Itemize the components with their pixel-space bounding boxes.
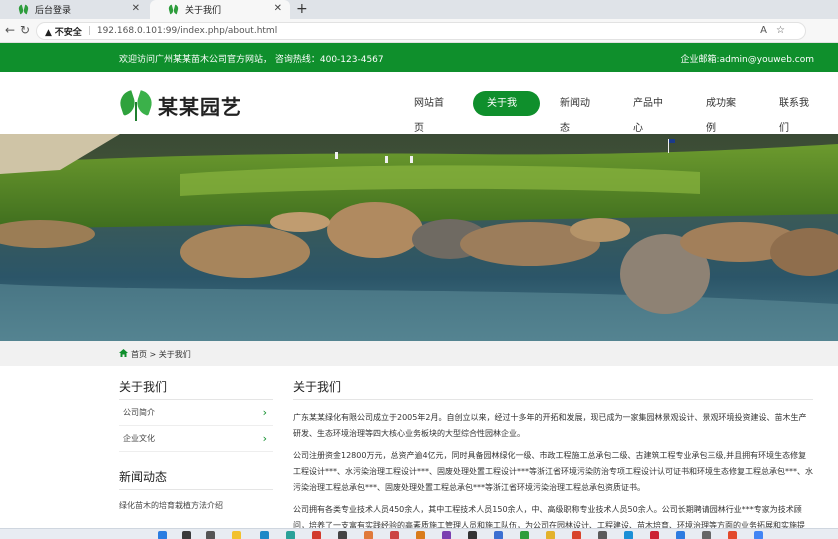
app-icon[interactable] <box>390 531 399 539</box>
nav-item-contact[interactable]: 联系我们 <box>765 91 832 134</box>
app-icon[interactable] <box>364 531 373 539</box>
start-icon[interactable] <box>158 531 167 539</box>
app-icon[interactable] <box>702 531 711 539</box>
task-view-icon[interactable] <box>206 531 215 539</box>
app-icon[interactable] <box>598 531 607 539</box>
nav-item-cases[interactable]: 成功案例 <box>692 91 759 134</box>
app-icon[interactable] <box>572 531 581 539</box>
app-icon[interactable] <box>338 531 347 539</box>
sidebar-item-culture[interactable]: 企业文化 › <box>119 426 273 452</box>
security-warning[interactable]: ▲ 不安全 <box>45 25 82 38</box>
sidebar-item-label: 公司简介 <box>123 408 155 417</box>
read-aloud-icon[interactable]: A <box>760 25 767 36</box>
file-explorer-icon[interactable] <box>232 531 241 539</box>
main-nav: 网站首页 关于我们 新闻动态 产品中心 成功案例 联系我们 <box>400 91 838 134</box>
sidebar-title: 关于我们 <box>119 378 273 400</box>
sidebar-item-company-profile[interactable]: 公司简介 › <box>119 400 273 426</box>
new-tab-icon[interactable]: + <box>296 1 308 17</box>
nav-item-home[interactable]: 网站首页 <box>400 91 467 134</box>
tab-title: 后台登录 <box>35 6 72 16</box>
app-icon[interactable] <box>494 531 503 539</box>
app-icon[interactable] <box>624 531 633 539</box>
app-icon[interactable] <box>676 531 685 539</box>
favorite-star-icon[interactable]: ☆ <box>776 25 785 36</box>
tab-title: 关于我们 <box>185 6 222 16</box>
about-content: 关于我们 广东某某绿化有限公司成立于2005年2月。自创立以来，经过十多年的开拓… <box>293 378 813 534</box>
app-icon[interactable] <box>468 531 477 539</box>
tab-close-icon[interactable]: ✕ <box>274 3 282 14</box>
app-icon[interactable] <box>312 531 321 539</box>
app-icon[interactable] <box>546 531 555 539</box>
site-favicon-icon <box>168 4 179 15</box>
news-title: 新闻动态 <box>119 468 273 490</box>
page-title: 关于我们 <box>293 378 813 400</box>
site-header: 某某园艺 网站首页 关于我们 新闻动态 产品中心 成功案例 联系我们 <box>0 72 838 134</box>
url-text: 192.168.0.101:99/index.php/about.html <box>96 26 278 36</box>
app-icon[interactable] <box>754 531 763 539</box>
about-paragraph: 公司注册资金12800万元，总资产逾4亿元，同时具备园林绿化一级、市政工程施工总… <box>293 451 813 492</box>
banner-image <box>0 134 838 341</box>
news-list-item[interactable]: 绿化苗木的培育栽植方法介绍 <box>119 500 273 511</box>
sidebar-item-label: 企业文化 <box>123 434 155 443</box>
company-email: 企业邮箱:admin@youweb.com <box>680 55 814 65</box>
app-icon[interactable] <box>286 531 295 539</box>
welcome-text: 欢迎访问广州某某苗木公司官方网站， 咨询热线：400-123-4567 <box>119 55 384 65</box>
reload-icon[interactable]: ↻ <box>20 23 30 37</box>
app-icon[interactable] <box>728 531 737 539</box>
url-field[interactable]: ▲ 不安全 | 192.168.0.101:99/index.php/about… <box>36 22 806 40</box>
edge-icon[interactable] <box>260 531 269 539</box>
app-icon[interactable] <box>416 531 425 539</box>
sidebar: 关于我们 公司简介 › 企业文化 › 新闻动态 绿化苗木的培育栽植方法介绍 <box>119 378 273 511</box>
back-icon[interactable]: ← <box>5 23 15 37</box>
logo-text: 某某园艺 <box>158 94 242 119</box>
tab-close-icon[interactable]: ✕ <box>132 3 140 14</box>
chevron-right-icon: › <box>262 432 267 445</box>
home-icon[interactable] <box>119 349 128 357</box>
app-icon[interactable] <box>442 531 451 539</box>
url-divider: | <box>87 26 91 36</box>
search-icon[interactable] <box>182 531 191 539</box>
browser-tab-strip: 后台登录 ✕ 关于我们 ✕ + <box>0 0 838 19</box>
browser-tab-login[interactable]: 后台登录 ✕ <box>0 0 148 19</box>
os-taskbar <box>0 528 838 539</box>
breadcrumb-bar: 首页 > 关于我们 <box>0 341 838 366</box>
nav-item-products[interactable]: 产品中心 <box>619 91 686 134</box>
app-icon[interactable] <box>520 531 529 539</box>
chevron-right-icon: › <box>262 406 267 419</box>
browser-tab-about[interactable]: 关于我们 ✕ <box>150 0 290 19</box>
butterfly-leaf-logo-icon <box>116 88 156 122</box>
site-logo[interactable]: 某某园艺 <box>116 88 242 122</box>
about-paragraph: 广东某某绿化有限公司成立于2005年2月。自创立以来，经过十多年的开拓和发展，现… <box>293 413 807 438</box>
site-favicon-icon <box>18 4 29 15</box>
app-icon[interactable] <box>650 531 659 539</box>
nav-item-news[interactable]: 新闻动态 <box>546 91 613 134</box>
address-bar: ← ↻ ▲ 不安全 | 192.168.0.101:99/index.php/a… <box>0 19 838 56</box>
breadcrumb[interactable]: 首页 > 关于我们 <box>131 349 191 360</box>
site-top-bar: 欢迎访问广州某某苗木公司官方网站， 咨询热线：400-123-4567 企业邮箱… <box>0 43 838 72</box>
nav-item-about[interactable]: 关于我们 <box>473 91 540 134</box>
